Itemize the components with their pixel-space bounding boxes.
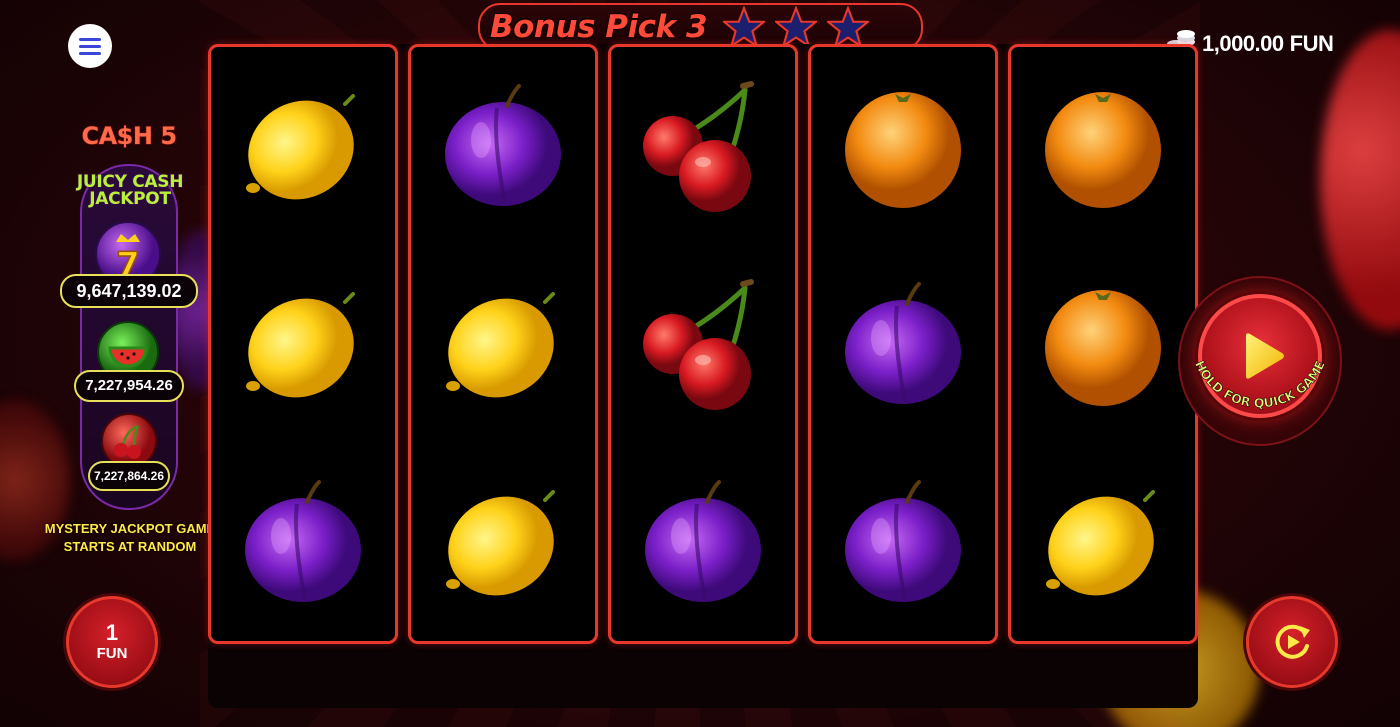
reel-4 [808,44,998,644]
mystery-jackpot-notice: MYSTERY JACKPOT GAME STARTS AT RANDOM [40,520,220,556]
plum-icon [611,443,795,641]
star-icon [721,5,767,49]
balance-currency: FUN [1289,31,1334,56]
plum-icon [211,443,395,641]
lemon-icon [211,47,395,245]
hamburger-line [79,44,101,48]
jackpot-amount-tier3: 7,227,864.26 [88,461,170,491]
jackpot-heading: JUICY CASH JACKPOT [50,173,210,209]
autoplay-icon [1275,624,1310,659]
star-icon [773,5,819,49]
reel-3 [608,44,798,644]
orange-icon [1011,245,1195,443]
jackpot-heading-line2: JACKPOT [88,189,171,209]
orange-icon [1011,47,1195,245]
reel-1 [208,44,398,644]
game-title: Bonus Pick 3 [489,8,709,46]
hamburger-menu-icon [79,37,101,41]
reel-5 [1008,44,1198,644]
bet-value: 1 [105,620,119,645]
notice-line1: MYSTERY JACKPOT GAME [44,521,216,536]
bet-unit: FUN [96,645,128,662]
cherry-icon [611,47,795,245]
orange-icon [811,47,995,245]
autoplay-button[interactable] [1246,596,1338,688]
jackpot-amount-tier1: 9,647,139.02 [60,274,198,308]
menu-button[interactable] [68,24,112,68]
lemon-icon [211,245,395,443]
bet-button[interactable]: 1 FUN [66,596,158,688]
jackpot-amount-tier2: 7,227,954.26 [74,370,184,402]
lemon-icon [1011,443,1195,641]
background-fruit-blur [1320,30,1400,330]
notice-line2: STARTS AT RANDOM [63,539,197,554]
hold-caption: HOLD FOR QUICK GAME [1192,358,1328,411]
reel-2 [408,44,598,644]
plum-icon [811,443,995,641]
cherry-icon [611,245,795,443]
lemon-icon [411,443,595,641]
plum-icon [811,245,995,443]
star-rating [721,5,871,49]
brand-logo: CA$H 5 [81,121,178,151]
balance-amount: 1,000.00 [1202,31,1284,56]
hamburger-line [79,51,101,55]
star-icon [825,5,871,49]
plum-icon [411,47,595,245]
lemon-icon [411,245,595,443]
svg-text:HOLD FOR QUICK GAME: HOLD FOR QUICK GAME [1192,358,1328,410]
